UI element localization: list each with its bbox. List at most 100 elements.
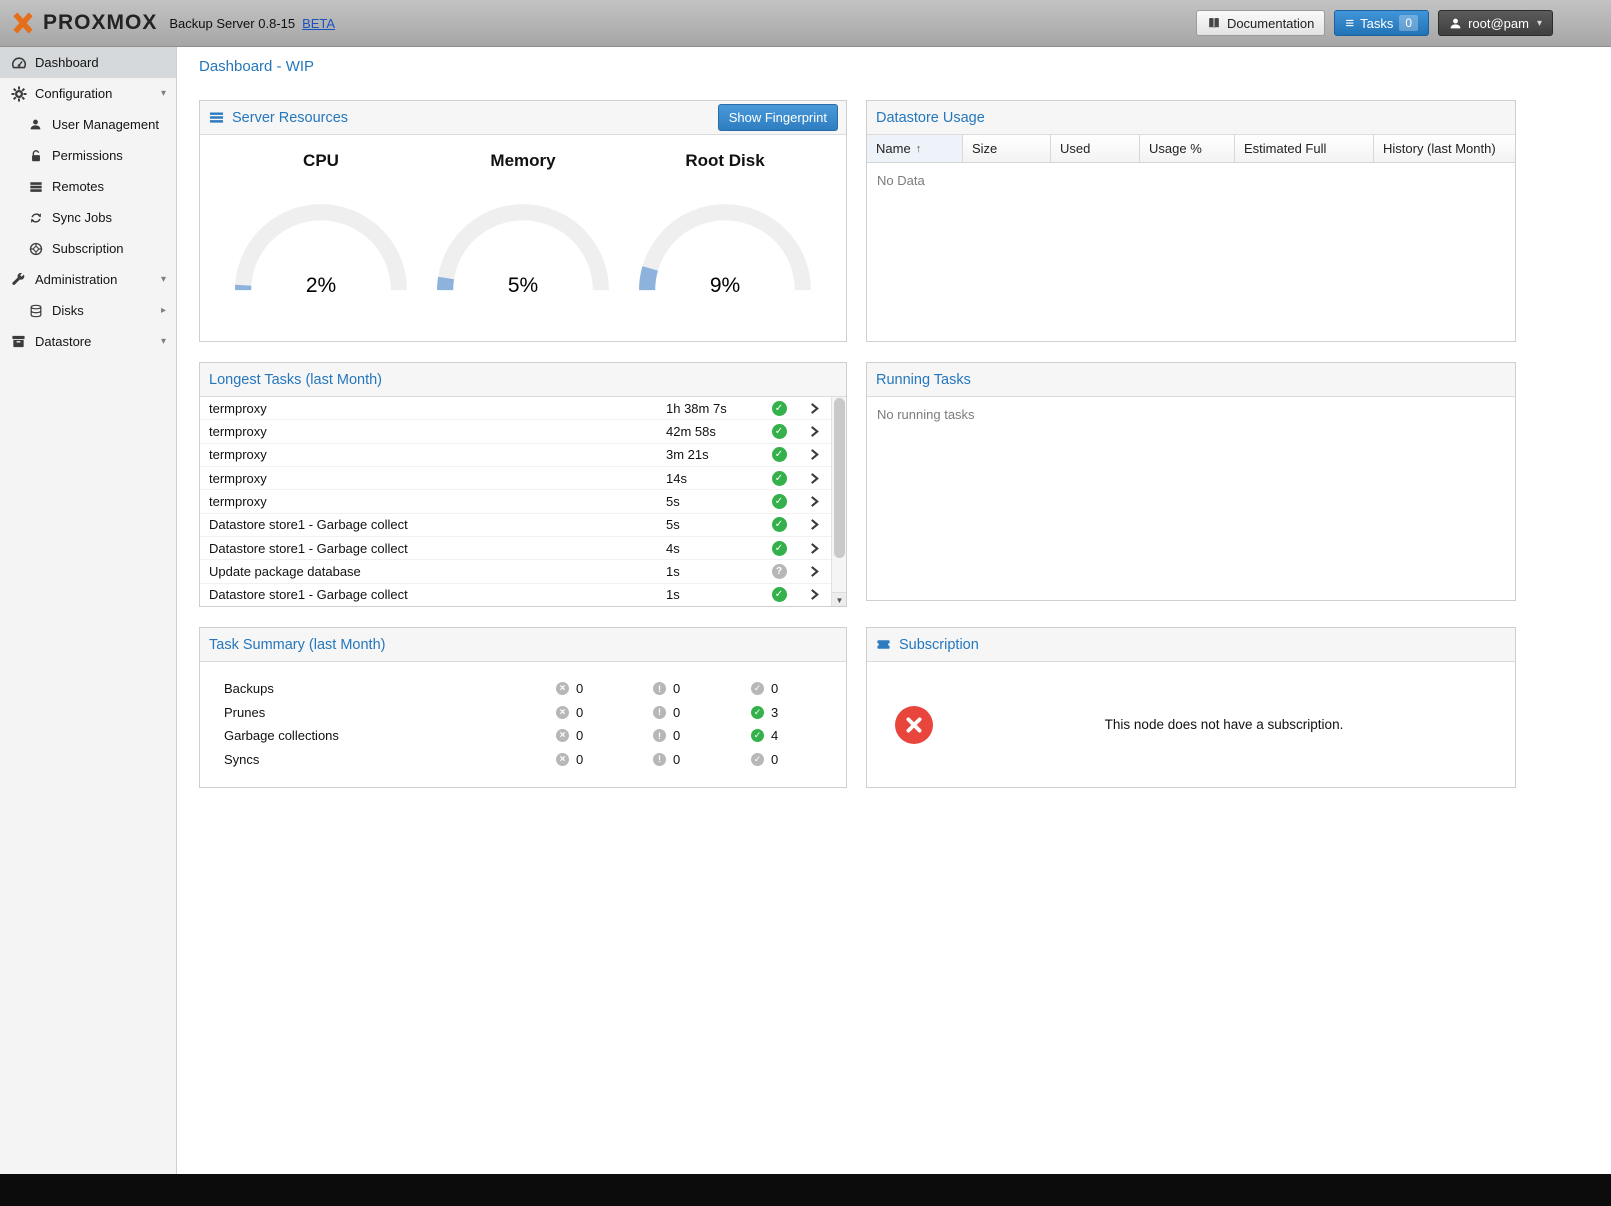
- error-count-icon: [556, 706, 569, 719]
- user-menu-button[interactable]: root@pam ▾: [1438, 10, 1553, 36]
- warning-count: 0: [673, 705, 680, 720]
- book-icon: [1207, 16, 1221, 30]
- column-header-size[interactable]: Size: [963, 135, 1051, 162]
- task-row[interactable]: termproxy 3m 21s: [200, 444, 831, 467]
- column-label: Usage %: [1149, 141, 1202, 156]
- summary-row: Backups 0 0 0: [224, 677, 846, 701]
- task-row[interactable]: Datastore store1 - Garbage collect 1s: [200, 584, 831, 607]
- show-fingerprint-button[interactable]: Show Fingerprint: [718, 104, 838, 131]
- warning-count-icon: [653, 753, 666, 766]
- task-row[interactable]: Datastore store1 - Garbage collect 5s: [200, 514, 831, 537]
- beta-link[interactable]: BETA: [302, 16, 335, 31]
- collapse-caret-icon[interactable]: ▾: [161, 336, 166, 347]
- sidebar-item-user-management[interactable]: User Management: [0, 109, 176, 140]
- sidebar-item-disks[interactable]: Disks ▸: [0, 295, 176, 326]
- sidebar-item-sync-jobs[interactable]: Sync Jobs: [0, 202, 176, 233]
- longest-tasks-list: termproxy 1h 38m 7s termproxy 42m 58s: [200, 397, 846, 607]
- task-name: termproxy: [209, 471, 666, 486]
- product-version: Backup Server 0.8-15 BETA: [169, 16, 335, 31]
- error-count-icon: [556, 753, 569, 766]
- task-summary-table: Backups 0 0 0 Prunes 0 0 3 Garbage c: [200, 662, 846, 771]
- proxmox-backup-server-app: PROXMOX Backup Server 0.8-15 BETA Docume…: [0, 0, 1611, 1206]
- archive-icon: [10, 334, 27, 350]
- product-version-label: Backup Server 0.8-15: [169, 16, 295, 31]
- task-open-chevron-icon[interactable]: [809, 543, 820, 554]
- task-row[interactable]: Update package database 1s: [200, 560, 831, 583]
- expand-chevron-icon[interactable]: ▸: [161, 305, 166, 316]
- collapse-caret-icon[interactable]: ▾: [161, 274, 166, 285]
- tasks-count-badge: 0: [1399, 15, 1418, 31]
- panel-title: Longest Tasks (last Month): [209, 372, 382, 388]
- summary-label: Prunes: [224, 705, 556, 720]
- scrollbar-thumb[interactable]: [834, 398, 845, 558]
- memory-gauge: Memory 5%: [428, 151, 618, 298]
- vertical-scrollbar[interactable]: ▼: [831, 397, 846, 607]
- scroll-down-arrow-icon[interactable]: ▼: [832, 592, 846, 607]
- task-name: termproxy: [209, 447, 666, 462]
- running-tasks-header: Running Tasks: [867, 363, 1515, 397]
- subscription-panel: Subscription This node does not have a s…: [866, 627, 1516, 788]
- sidebar-item-dashboard[interactable]: Dashboard: [0, 47, 176, 78]
- task-open-chevron-icon[interactable]: [809, 449, 820, 460]
- page-title: Dashboard - WIP: [177, 47, 1611, 85]
- column-header-usage-pct[interactable]: Usage %: [1140, 135, 1235, 162]
- task-row[interactable]: termproxy 5s: [200, 490, 831, 513]
- task-summary-header: Task Summary (last Month): [200, 628, 846, 662]
- warning-count: 0: [673, 752, 680, 767]
- task-open-chevron-icon[interactable]: [809, 566, 820, 577]
- task-open-chevron-icon[interactable]: [809, 496, 820, 507]
- column-header-used[interactable]: Used: [1051, 135, 1140, 162]
- sidebar-item-administration[interactable]: Administration ▾: [0, 264, 176, 295]
- tasks-button[interactable]: ≡ Tasks 0: [1334, 10, 1429, 36]
- root-disk-gauge: Root Disk 9%: [630, 151, 820, 298]
- ok-count: 3: [771, 705, 778, 720]
- sidebar-item-permissions[interactable]: Permissions: [0, 140, 176, 171]
- sort-asc-icon: ↑: [916, 143, 922, 155]
- ok-count-icon: [751, 682, 764, 695]
- user-icon: [1449, 17, 1462, 30]
- task-status-icon: [772, 424, 787, 439]
- task-duration: 5s: [666, 517, 761, 532]
- disks-icon: [27, 303, 44, 319]
- column-header-name[interactable]: Name ↑: [867, 135, 963, 162]
- task-open-chevron-icon[interactable]: [809, 589, 820, 600]
- task-name: termproxy: [209, 494, 666, 509]
- task-status-icon: [772, 494, 787, 509]
- panel-title: Datastore Usage: [876, 110, 985, 126]
- topbar-actions: Documentation ≡ Tasks 0 root@pam ▾: [1196, 10, 1611, 36]
- sidebar-item-subscription[interactable]: Subscription: [0, 233, 176, 264]
- task-open-chevron-icon[interactable]: [809, 426, 820, 437]
- task-status-icon: [772, 471, 787, 486]
- sidebar-item-remotes[interactable]: Remotes: [0, 171, 176, 202]
- task-duration: 1s: [666, 564, 761, 579]
- server-resources-panel: Server Resources Show Fingerprint CPU 2%: [199, 100, 847, 342]
- resource-gauges: CPU 2% Memory 5%: [200, 135, 846, 298]
- subscription-message: This node does not have a subscription.: [933, 717, 1515, 732]
- task-open-chevron-icon[interactable]: [809, 403, 820, 414]
- task-row[interactable]: termproxy 1h 38m 7s: [200, 397, 831, 420]
- server-resources-header: Server Resources Show Fingerprint: [200, 101, 846, 135]
- task-name: termproxy: [209, 401, 666, 416]
- datastore-usage-column-headers: Name ↑ Size Used Usage % Estimated Full …: [867, 135, 1515, 163]
- column-header-history[interactable]: History (last Month): [1374, 135, 1515, 162]
- warning-count: 0: [673, 681, 680, 696]
- gauge-label: CPU: [226, 151, 416, 171]
- sidebar-item-datastore[interactable]: Datastore ▾: [0, 326, 176, 357]
- task-row[interactable]: termproxy 42m 58s: [200, 420, 831, 443]
- task-open-chevron-icon[interactable]: [809, 473, 820, 484]
- sidebar-item-configuration[interactable]: Configuration ▾: [0, 78, 176, 109]
- task-row[interactable]: termproxy 14s: [200, 467, 831, 490]
- collapse-caret-icon[interactable]: ▾: [161, 88, 166, 99]
- column-header-estimated-full[interactable]: Estimated Full: [1235, 135, 1374, 162]
- gauge-value: 5%: [428, 274, 618, 298]
- documentation-button[interactable]: Documentation: [1196, 10, 1325, 36]
- task-open-chevron-icon[interactable]: [809, 519, 820, 530]
- task-row[interactable]: Datastore store1 - Garbage collect 4s: [200, 537, 831, 560]
- summary-row: Garbage collections 0 0 4: [224, 724, 846, 748]
- top-bar: PROXMOX Backup Server 0.8-15 BETA Docume…: [0, 0, 1611, 47]
- warning-count-icon: [653, 706, 666, 719]
- ok-count: 0: [771, 752, 778, 767]
- task-status-icon: [772, 564, 787, 579]
- running-tasks-panel: Running Tasks No running tasks: [866, 362, 1516, 601]
- warning-count-icon: [653, 729, 666, 742]
